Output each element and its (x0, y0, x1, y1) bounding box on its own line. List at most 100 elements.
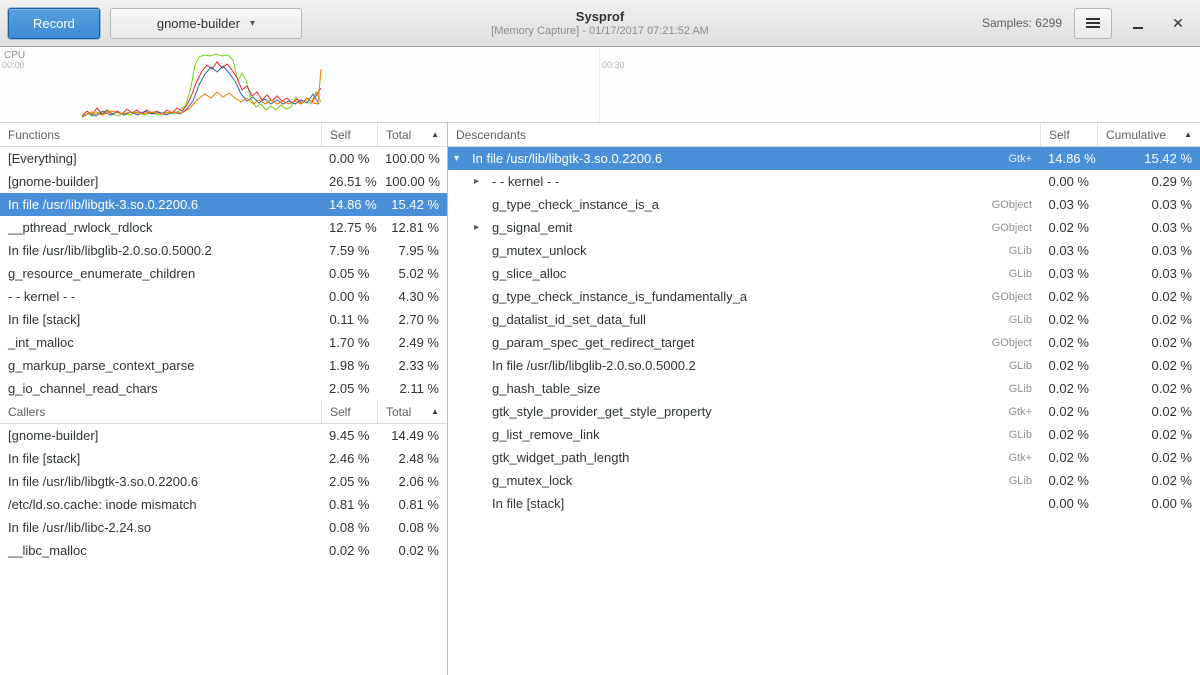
table-row[interactable]: In file [stack]2.46 %2.48 % (0, 447, 447, 470)
expander-collapsed-icon[interactable]: ▸ (474, 176, 492, 187)
expander-collapsed-icon[interactable]: ▸ (474, 222, 492, 233)
table-row[interactable]: [Everything]0.00 %100.00 % (0, 147, 447, 170)
tree-row[interactable]: In file [stack]0.00 %0.00 % (448, 492, 1200, 515)
function-name: g_type_check_instance_is_a (492, 197, 659, 212)
table-row[interactable]: In file /usr/lib/libgtk-3.so.0.2200.62.0… (0, 470, 447, 493)
process-selector-dropdown[interactable]: gnome-builder ▾ (110, 8, 302, 39)
self-value: 0.00 % (321, 289, 377, 304)
functions-total-column-header[interactable]: Total▲ (377, 123, 447, 146)
tree-row[interactable]: g_hash_table_sizeGLib0.02 %0.02 % (448, 377, 1200, 400)
self-value: 2.46 % (321, 451, 377, 466)
tree-row[interactable]: g_type_check_instance_is_fundamentally_a… (448, 285, 1200, 308)
tree-row[interactable]: g_type_check_instance_is_aGObject0.03 %0… (448, 193, 1200, 216)
table-row[interactable]: g_markup_parse_context_parse1.98 %2.33 % (0, 354, 447, 377)
menu-button[interactable] (1074, 8, 1112, 39)
cumulative-value: 15.42 % (1097, 151, 1200, 166)
functions-column-header[interactable]: Functions (0, 123, 321, 146)
function-name: In file /usr/lib/libglib-2.0.so.0.5000.2 (0, 243, 321, 258)
self-value: 14.86 % (1040, 151, 1097, 166)
self-value: 0.02 % (1040, 289, 1097, 304)
tree-row-name-cell: g_param_spec_get_redirect_targetGObject (448, 335, 1040, 350)
self-value: 0.03 % (1040, 243, 1097, 258)
minimize-button[interactable] (1124, 9, 1152, 37)
tree-row-name-cell: ▾In file /usr/lib/libgtk-3.so.0.2200.6Gt… (448, 151, 1040, 166)
descendants-column-header[interactable]: Descendants (448, 123, 1040, 146)
table-row[interactable]: g_io_channel_read_chars2.05 %2.11 % (0, 377, 447, 400)
table-row[interactable]: In file /usr/lib/libgtk-3.so.0.2200.614.… (0, 193, 447, 216)
self-value: 0.02 % (1040, 358, 1097, 373)
function-name: __pthread_rwlock_rdlock (0, 220, 321, 235)
self-value: 0.02 % (1040, 381, 1097, 396)
expander-expanded-icon[interactable]: ▾ (454, 153, 472, 164)
self-value: 2.05 % (321, 381, 377, 396)
tree-row[interactable]: g_slice_allocGLib0.03 %0.03 % (448, 262, 1200, 285)
self-value: 0.02 % (1040, 473, 1097, 488)
table-row[interactable]: In file /usr/lib/libglib-2.0.so.0.5000.2… (0, 239, 447, 262)
tree-row[interactable]: g_mutex_lockGLib0.02 %0.02 % (448, 469, 1200, 492)
function-name: In file [stack] (492, 496, 564, 511)
descendants-cumulative-column-header[interactable]: Cumulative▲ (1097, 123, 1200, 146)
cpu-timeline[interactable]: CPU 00:00 00:30 (0, 47, 1200, 123)
descendants-pane: Descendants Self Cumulative▲ ▾In file /u… (448, 123, 1200, 675)
self-value: 1.70 % (321, 335, 377, 350)
table-row[interactable]: /etc/ld.so.cache: inode mismatch0.81 %0.… (0, 493, 447, 516)
tree-row[interactable]: g_param_spec_get_redirect_targetGObject0… (448, 331, 1200, 354)
cpu-series-cpu0 (82, 54, 321, 117)
library-badge: GObject (982, 222, 1032, 234)
tree-row[interactable]: ▸g_signal_emitGObject0.02 %0.03 % (448, 216, 1200, 239)
tree-row-name-cell: gtk_style_provider_get_style_propertyGtk… (448, 404, 1040, 419)
record-button[interactable]: Record (8, 8, 100, 39)
tree-row[interactable]: ▸- - kernel - -0.00 %0.29 % (448, 170, 1200, 193)
callers-column-header[interactable]: Callers (0, 400, 321, 423)
table-row[interactable]: In file /usr/lib/libc-2.24.so0.08 %0.08 … (0, 516, 447, 539)
total-value: 100.00 % (377, 151, 447, 166)
cumulative-value: 0.02 % (1097, 312, 1200, 327)
self-value: 0.00 % (1040, 174, 1097, 189)
function-name: g_datalist_id_set_data_full (492, 312, 646, 327)
function-name: In file /usr/lib/libc-2.24.so (0, 520, 321, 535)
tree-row-name-cell: In file [stack] (448, 496, 1040, 511)
functions-self-column-header[interactable]: Self (321, 123, 377, 146)
function-name: g_slice_alloc (492, 266, 566, 281)
tree-row[interactable]: g_mutex_unlockGLib0.03 %0.03 % (448, 239, 1200, 262)
callers-self-column-header[interactable]: Self (321, 400, 377, 423)
tree-row[interactable]: ▾In file /usr/lib/libgtk-3.so.0.2200.6Gt… (448, 147, 1200, 170)
function-name: g_io_channel_read_chars (0, 381, 321, 396)
cumulative-value: 0.02 % (1097, 404, 1200, 419)
self-value: 0.03 % (1040, 197, 1097, 212)
table-row[interactable]: - - kernel - -0.00 %4.30 % (0, 285, 447, 308)
tree-row[interactable]: gtk_style_provider_get_style_propertyGtk… (448, 400, 1200, 423)
cumulative-value: 0.02 % (1097, 427, 1200, 442)
cumulative-value: 0.02 % (1097, 473, 1200, 488)
tree-row-name-cell: g_mutex_lockGLib (448, 473, 1040, 488)
total-value: 7.95 % (377, 243, 447, 258)
samples-count: Samples: 6299 (982, 16, 1062, 30)
total-value: 2.06 % (377, 474, 447, 489)
total-value: 2.49 % (377, 335, 447, 350)
self-value: 0.08 % (321, 520, 377, 535)
minimize-icon (1133, 27, 1143, 29)
library-badge: GLib (999, 429, 1032, 441)
table-row[interactable]: __libc_malloc0.02 %0.02 % (0, 539, 447, 562)
self-value: 9.45 % (321, 428, 377, 443)
close-button[interactable]: ✕ (1164, 9, 1192, 37)
self-value: 26.51 % (321, 174, 377, 189)
table-row[interactable]: In file [stack]0.11 %2.70 % (0, 308, 447, 331)
table-row[interactable]: [gnome-builder]9.45 %14.49 % (0, 424, 447, 447)
tree-row[interactable]: gtk_widget_path_lengthGtk+0.02 %0.02 % (448, 446, 1200, 469)
tree-row[interactable]: g_list_remove_linkGLib0.02 %0.02 % (448, 423, 1200, 446)
cpu-usage-chart (0, 47, 1200, 122)
function-name: _int_malloc (0, 335, 321, 350)
table-row[interactable]: g_resource_enumerate_children0.05 %5.02 … (0, 262, 447, 285)
function-name: [gnome-builder] (0, 428, 321, 443)
callers-total-column-header[interactable]: Total▲ (377, 400, 447, 423)
table-row[interactable]: _int_malloc1.70 %2.49 % (0, 331, 447, 354)
tree-row[interactable]: g_datalist_id_set_data_fullGLib0.02 %0.0… (448, 308, 1200, 331)
descendants-self-column-header[interactable]: Self (1040, 123, 1097, 146)
tree-row[interactable]: In file /usr/lib/libglib-2.0.so.0.5000.2… (448, 354, 1200, 377)
library-badge: Gtk+ (998, 406, 1032, 418)
table-row[interactable]: [gnome-builder]26.51 %100.00 % (0, 170, 447, 193)
function-name: gtk_widget_path_length (492, 450, 629, 465)
table-row[interactable]: __pthread_rwlock_rdlock12.75 %12.81 % (0, 216, 447, 239)
process-selector-label: gnome-builder (157, 16, 240, 31)
